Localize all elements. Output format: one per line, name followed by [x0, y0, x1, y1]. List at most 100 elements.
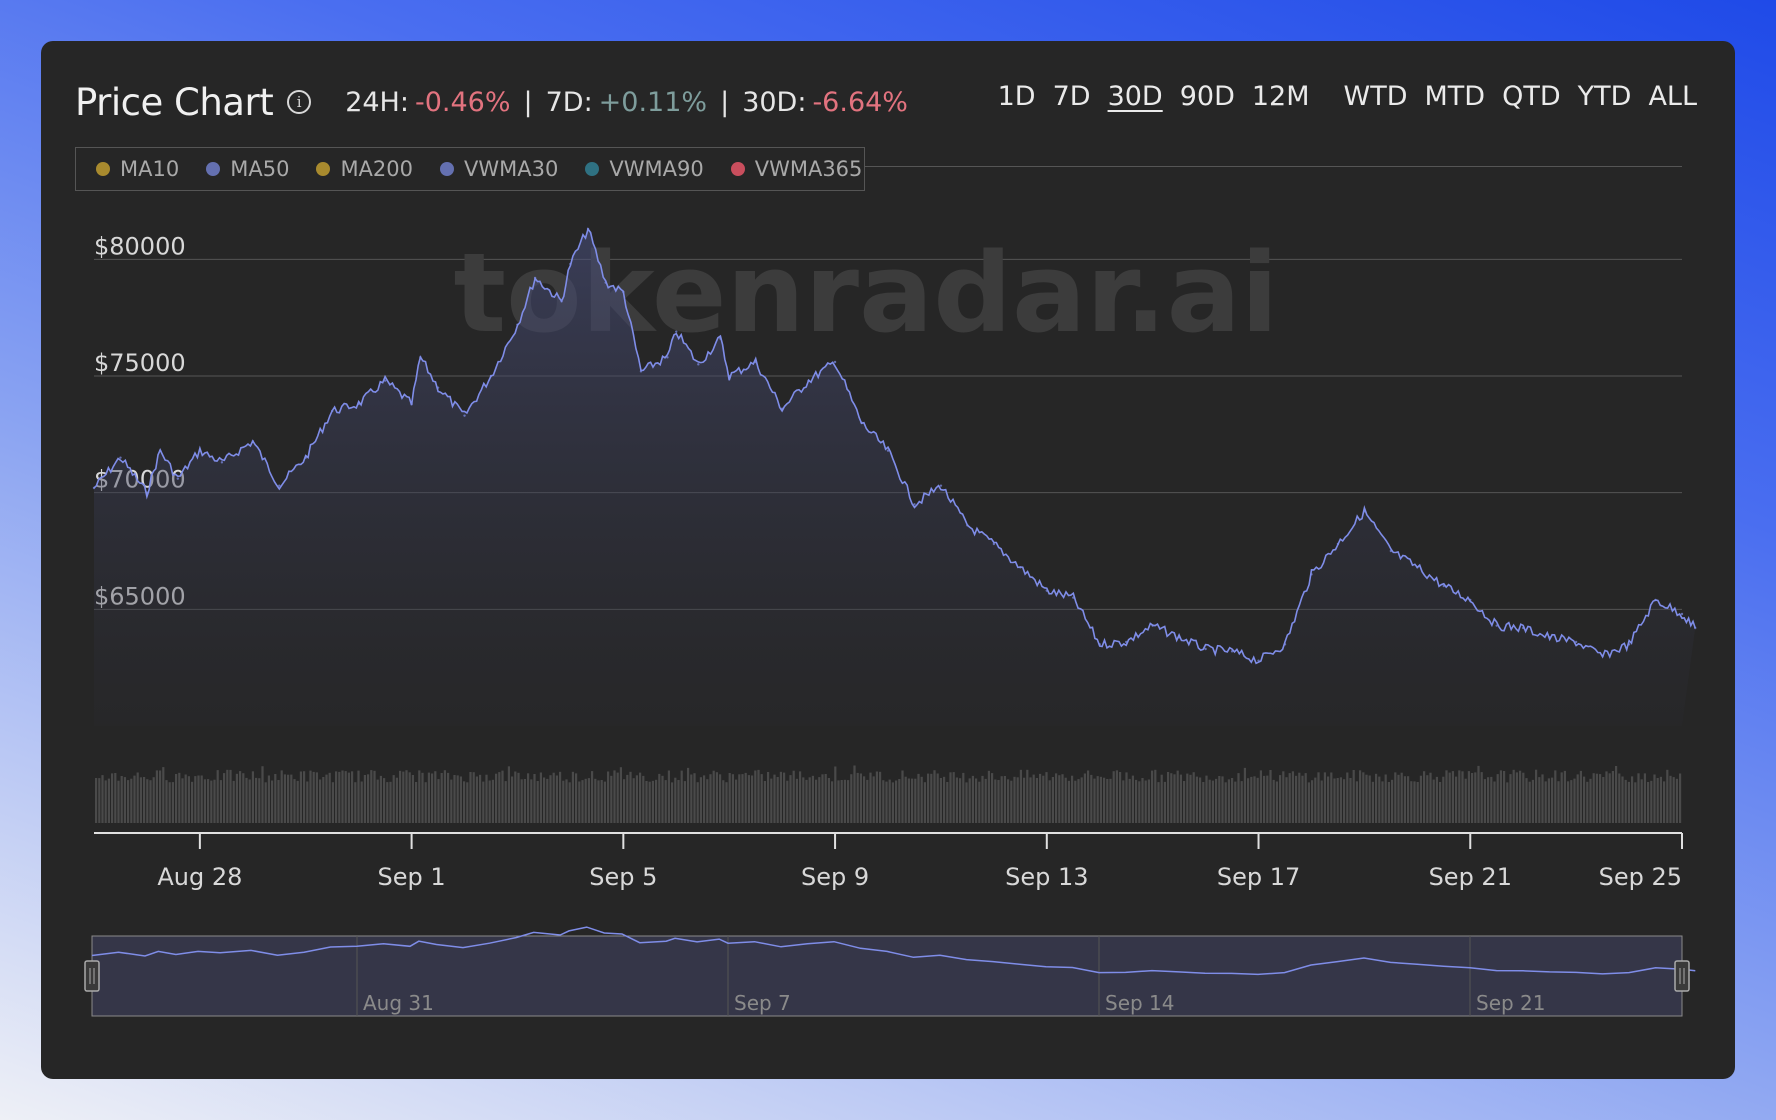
- volume-bar: [1589, 778, 1592, 823]
- volume-bar: [1323, 772, 1326, 823]
- volume-bar: [1103, 777, 1106, 823]
- volume-bar: [1519, 770, 1522, 823]
- volume-bar: [930, 773, 933, 823]
- volume-bar: [1157, 782, 1160, 823]
- volume-bar: [488, 780, 491, 823]
- price-point: [586, 227, 590, 231]
- x-tick-label: Sep 21: [1429, 863, 1512, 891]
- volume-bar: [1298, 772, 1301, 823]
- volume-bar: [399, 770, 402, 823]
- price-point: [719, 337, 722, 340]
- volume-bar: [610, 775, 613, 823]
- volume-bar: [1608, 773, 1611, 823]
- volume-bar: [1032, 774, 1035, 823]
- volume-bar: [783, 772, 786, 823]
- volume-bar: [1387, 782, 1390, 823]
- volume-bar: [613, 770, 616, 823]
- volume-bar: [155, 770, 158, 823]
- volume-bar: [1195, 776, 1198, 823]
- volume-bar: [351, 771, 354, 823]
- volume-bar: [1067, 780, 1070, 823]
- volume-bar: [347, 772, 350, 823]
- volume-bar: [885, 781, 888, 823]
- price-point: [1336, 542, 1340, 546]
- volume-bar: [1563, 770, 1566, 823]
- y-tick-label: $75000: [94, 349, 186, 377]
- volume-bar: [1205, 775, 1208, 823]
- navigator-label: Sep 21: [1476, 991, 1546, 1015]
- volume-bar: [504, 781, 507, 823]
- volume-bar: [786, 780, 789, 823]
- price-point: [198, 449, 202, 452]
- navigator-handle[interactable]: [84, 960, 100, 992]
- volume-bar: [683, 781, 686, 823]
- volume-bar: [687, 767, 690, 823]
- price-point: [992, 542, 996, 546]
- navigator-label: Aug 31: [363, 991, 434, 1015]
- volume-bar: [594, 778, 597, 823]
- price-point: [463, 414, 466, 417]
- volume-bar: [965, 782, 968, 823]
- volume-bar: [130, 778, 133, 823]
- volume-bar: [1263, 775, 1266, 823]
- volume-bar: [549, 775, 552, 823]
- volume-bar: [1647, 782, 1650, 823]
- volume-bar: [725, 782, 728, 823]
- volume-bar: [559, 771, 562, 823]
- volume-bar: [850, 774, 853, 823]
- volume-bar: [235, 773, 238, 823]
- volume-bar: [146, 779, 149, 823]
- volume-bar: [987, 770, 990, 823]
- volume-bar: [1605, 771, 1608, 823]
- volume-bar: [1259, 770, 1262, 823]
- volume-bar: [463, 781, 466, 823]
- price-chart-svg[interactable]: $65000$70000$75000$80000tokenradar.aiAug…: [41, 41, 1735, 1079]
- volume-bar: [1266, 775, 1269, 823]
- volume-bar: [427, 772, 430, 823]
- volume-bar: [370, 770, 373, 823]
- volume-bar: [517, 772, 520, 823]
- volume-bar: [959, 778, 962, 823]
- price-point: [728, 374, 731, 378]
- volume-bar: [319, 779, 322, 823]
- volume-bar: [888, 779, 891, 823]
- volume-bar: [1583, 776, 1586, 823]
- volume-bar: [495, 773, 498, 823]
- volume-bar: [1551, 777, 1554, 823]
- volume-bar: [1429, 772, 1432, 823]
- volume-bar: [1503, 771, 1506, 823]
- volume-bar: [1141, 778, 1144, 823]
- volume-bar: [690, 774, 693, 823]
- volume-bar: [1160, 774, 1163, 823]
- volume-bar: [303, 771, 306, 823]
- volume-bar: [1567, 781, 1570, 823]
- volume-bar: [914, 778, 917, 823]
- volume-bar: [379, 775, 382, 823]
- volume-bar: [120, 776, 123, 823]
- volume-bar: [1560, 772, 1563, 823]
- volume-bar: [703, 775, 706, 823]
- volume-bar: [1381, 781, 1384, 823]
- volume-bar: [251, 771, 254, 823]
- volume-bar: [1151, 770, 1154, 823]
- volume-bar: [939, 778, 942, 823]
- volume-bar: [1291, 771, 1294, 823]
- volume-bar: [1487, 777, 1490, 823]
- price-point: [1230, 650, 1234, 653]
- volume-bar: [1083, 773, 1086, 823]
- volume-bar: [1391, 779, 1394, 823]
- volume-bar: [1115, 770, 1118, 823]
- volume-bar: [1227, 779, 1230, 823]
- volume-bar: [1506, 782, 1509, 823]
- volume-bar: [1208, 779, 1211, 823]
- volume-bar: [1019, 769, 1022, 823]
- volume-bar: [1640, 779, 1643, 823]
- volume-bar: [1394, 772, 1397, 823]
- price-point: [966, 524, 969, 527]
- price-point: [1627, 643, 1631, 646]
- volume-bar: [994, 779, 997, 823]
- price-point: [1601, 654, 1604, 658]
- volume-bar: [978, 781, 981, 823]
- navigator-handle[interactable]: [1674, 960, 1690, 992]
- volume-bar: [1451, 771, 1454, 823]
